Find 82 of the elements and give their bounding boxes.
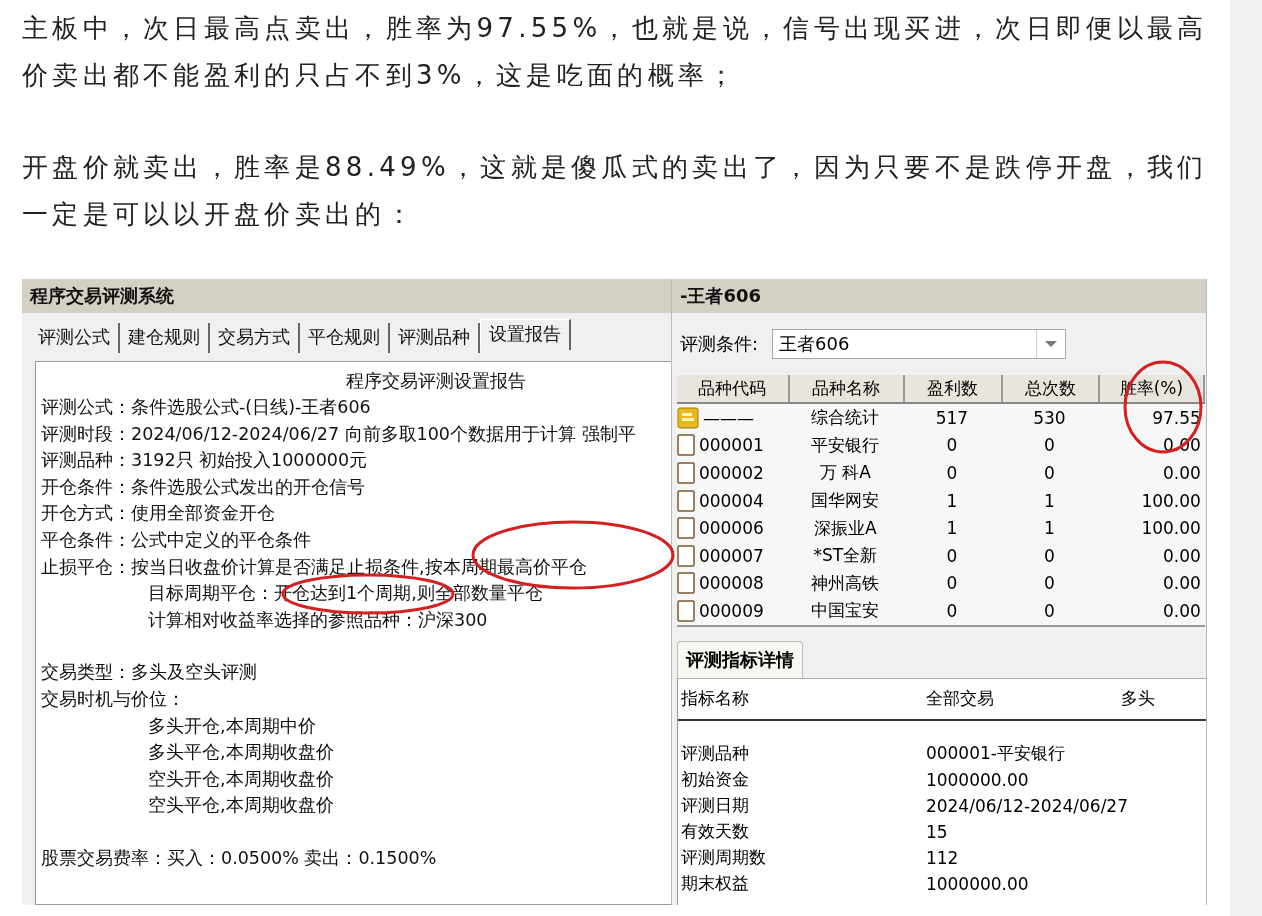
table-cell-text: 评测品种 (680, 742, 750, 766)
table-cell: 深振业A (814, 516, 877, 540)
table-cell: 0.00 (1163, 545, 1201, 566)
table-cell: 1 (946, 490, 958, 511)
table-cell: 517 (935, 407, 969, 428)
table-cell: 综合统计 (811, 406, 880, 430)
table-cell: *ST全新 (813, 544, 878, 568)
report-line: 开仓条件：条件选股公式发出的开仓信号 (41, 476, 365, 497)
report-line: 多头开仓,本周期中价 (148, 715, 316, 736)
condition-dropdown[interactable]: 王者606 (772, 329, 1066, 359)
table-cell-text: 初始资金 (680, 768, 750, 792)
table-cell: 0 (946, 463, 958, 483)
table-cell: 0 (946, 435, 958, 456)
table-cell: 0 (946, 573, 958, 594)
report-line: 多头平仓,本周期收盘价 (148, 742, 334, 763)
table-cell: 0 (1044, 463, 1055, 483)
table-cell-text: 1000000.00 (925, 873, 1030, 894)
table-cell: 000001 (698, 435, 764, 456)
column-header[interactable]: 总次数 (1002, 375, 1100, 402)
tab[interactable]: 设置报告 (480, 319, 571, 350)
table-cell-text: 评测日期 (680, 794, 750, 818)
table-cell: 530 (1033, 407, 1066, 428)
table-cell: 中国宝安 (811, 599, 880, 623)
report-line: 评测公式：条件选股公式-(日线)-王者606 (41, 397, 371, 417)
table-cell: 国华网安 (811, 489, 880, 513)
column-header: 全部交易 (925, 687, 995, 711)
table-cell: 神州高铁 (811, 571, 880, 595)
table-cell: 000006 (698, 518, 764, 539)
column-header[interactable]: 品种名称 (789, 375, 905, 402)
column-header: 指标名称 (680, 687, 750, 711)
table-cell: 000002 (698, 463, 764, 483)
column-header[interactable]: 盈利数 (904, 375, 1003, 402)
table-cell: 平安银行 (811, 433, 880, 457)
report-title: 程序交易评测设置报告 (346, 371, 526, 391)
column-header: 多头 (1120, 687, 1156, 711)
article-paragraph: 开盘价就卖出，胜率是88.49%，这就是傻瓜式的卖出了，因为只要不是跌停开盘，我们一定是可以以开盘价卖出的： (22, 151, 1209, 231)
report-line: 平仓条件：公式中定义的平仓条件 (41, 529, 311, 550)
table-cell: 100.00 (1141, 490, 1201, 511)
report-line: 交易时机与价位： (41, 688, 185, 709)
window-title: 程序交易评测系统 (22, 279, 671, 313)
table-cell: 100.00 (1141, 518, 1201, 539)
table-cell: 万 科A (819, 461, 871, 485)
table-cell-text: 评测周期数 (680, 846, 767, 870)
report-line: 空头平仓,本周期收盘价 (148, 795, 334, 816)
table-cell: 1 (1044, 518, 1055, 539)
table-cell: 000007 (698, 545, 764, 566)
table-cell-text: 1000000.00 (925, 769, 1030, 790)
table-cell-text: 2024/06/12-2024/06/27 (925, 795, 1129, 816)
table-cell: 97.55 (1152, 407, 1201, 428)
report-line: 开仓方式：使用全部资金开仓 (41, 503, 275, 524)
table-cell: 0 (1044, 573, 1055, 594)
table-cell-text: 15 (925, 821, 949, 842)
table-cell: 0 (1044, 435, 1055, 456)
table-cell: 000004 (698, 490, 764, 511)
table-cell: 0 (1044, 600, 1055, 621)
table-cell: 0.00 (1163, 573, 1201, 594)
report-line: 股票交易费率：买入：0.0500% 卖出：0.1500% (41, 847, 437, 868)
window-title: -王者606 (671, 279, 1206, 313)
table-cell: 0 (946, 600, 958, 621)
table-cell: 000009 (698, 600, 764, 621)
table-cell: 000008 (698, 573, 764, 594)
table-cell-text: 期末权益 (680, 872, 750, 896)
table-cell: 0 (946, 545, 958, 566)
table-cell: 1 (1044, 490, 1055, 511)
table-cell: 0.00 (1163, 600, 1201, 621)
detail-tab[interactable]: 评测指标详情 (676, 640, 803, 678)
caret-icon (1044, 340, 1058, 348)
article-paragraph: 主板中，次日最高点卖出，胜率为97.55%，也就是说，信号出现买进，次日即便以最高价卖出都不能盈利的只占不到3%，这是吃面的概率； (22, 12, 1209, 92)
report-line: 评测品种：3192只 初始投入1000000元 (41, 450, 368, 471)
table-cell: 0.00 (1163, 463, 1201, 483)
condition-label: 评测条件: (679, 332, 758, 356)
summary-icon (676, 406, 699, 429)
column-header[interactable]: 品种代码 (676, 375, 790, 402)
table-cell: 1 (946, 518, 958, 539)
table-cell-text: 有效天数 (680, 820, 750, 844)
table-cell-text: 112 (925, 847, 960, 868)
table-cell-text: 000001-平安银行 (925, 742, 1066, 766)
report-line: 交易类型：多头及空头评测 (41, 662, 257, 683)
table-cell: 0 (1044, 545, 1055, 566)
report-line: 空头开仓,本周期收盘价 (148, 768, 334, 789)
table-cell: ——— (702, 407, 754, 428)
report-line: 评测时段：2024/06/12-2024/06/27 向前多取100个数据用于计算 强制平 (41, 423, 636, 444)
